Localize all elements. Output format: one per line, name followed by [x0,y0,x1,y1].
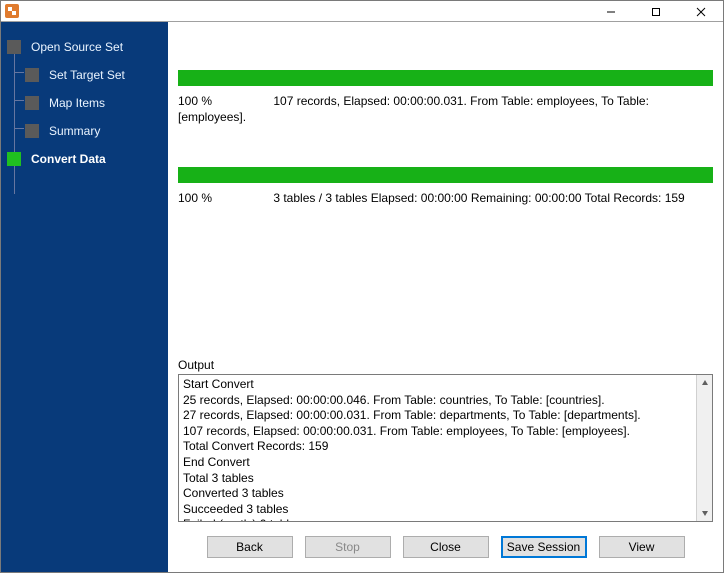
step-label: Set Target Set [49,68,125,82]
window-controls [588,1,723,22]
button-row: Back Stop Close Save Session View [178,522,713,562]
tree-connector [14,100,24,101]
maximize-button[interactable] [633,1,678,22]
step-box-icon [7,40,21,54]
close-button[interactable] [678,1,723,22]
step-set-target-set[interactable]: Set Target Set [25,62,162,88]
scroll-down-icon[interactable] [697,505,712,521]
app-icon [5,4,19,18]
overall-progress-details: 3 tables / 3 tables Elapsed: 00:00:00 Re… [273,191,684,205]
step-label: Map Items [49,96,105,110]
step-label: Convert Data [31,152,106,166]
tree-connector [14,128,24,129]
close-wizard-button[interactable]: Close [403,536,489,558]
step-convert-data[interactable]: Convert Data [7,146,162,172]
app-window: Open Source Set Set Target Set Map Items… [0,0,724,573]
step-label: Summary [49,124,100,138]
step-box-icon [25,68,39,82]
overall-progress-percent: 100 % [178,191,270,207]
table-progress-bar [178,70,713,86]
output-text[interactable]: Start Convert 25 records, Elapsed: 00:00… [179,375,696,521]
minimize-button[interactable] [588,1,633,22]
stop-button[interactable]: Stop [305,536,391,558]
step-box-icon [25,96,39,110]
step-summary[interactable]: Summary [25,118,162,144]
overall-progress-bar [178,167,713,183]
step-open-source-set[interactable]: Open Source Set [7,34,162,60]
step-box-icon [25,124,39,138]
view-button[interactable]: View [599,536,685,558]
step-map-items[interactable]: Map Items [25,90,162,116]
overall-progress-info: 100 % 3 tables / 3 tables Elapsed: 00:00… [178,187,713,225]
table-progress-info: 100 % 107 records, Elapsed: 00:00:00.031… [178,90,713,143]
back-button[interactable]: Back [207,536,293,558]
scroll-up-icon[interactable] [697,375,712,391]
scroll-track[interactable] [697,391,712,505]
main-panel: 100 % 107 records, Elapsed: 00:00:00.031… [168,22,723,572]
body: Open Source Set Set Target Set Map Items… [1,22,723,572]
output-box: Start Convert 25 records, Elapsed: 00:00… [178,374,713,522]
wizard-sidebar: Open Source Set Set Target Set Map Items… [1,22,168,572]
output-scrollbar[interactable] [696,375,712,521]
table-progress-percent: 100 % [178,94,270,110]
step-label: Open Source Set [31,40,123,54]
output-label: Output [178,358,713,372]
progress-area: 100 % 107 records, Elapsed: 00:00:00.031… [178,30,713,348]
step-box-icon [7,152,21,166]
titlebar [1,1,723,22]
save-session-button[interactable]: Save Session [501,536,587,558]
tree-connector [14,72,24,73]
